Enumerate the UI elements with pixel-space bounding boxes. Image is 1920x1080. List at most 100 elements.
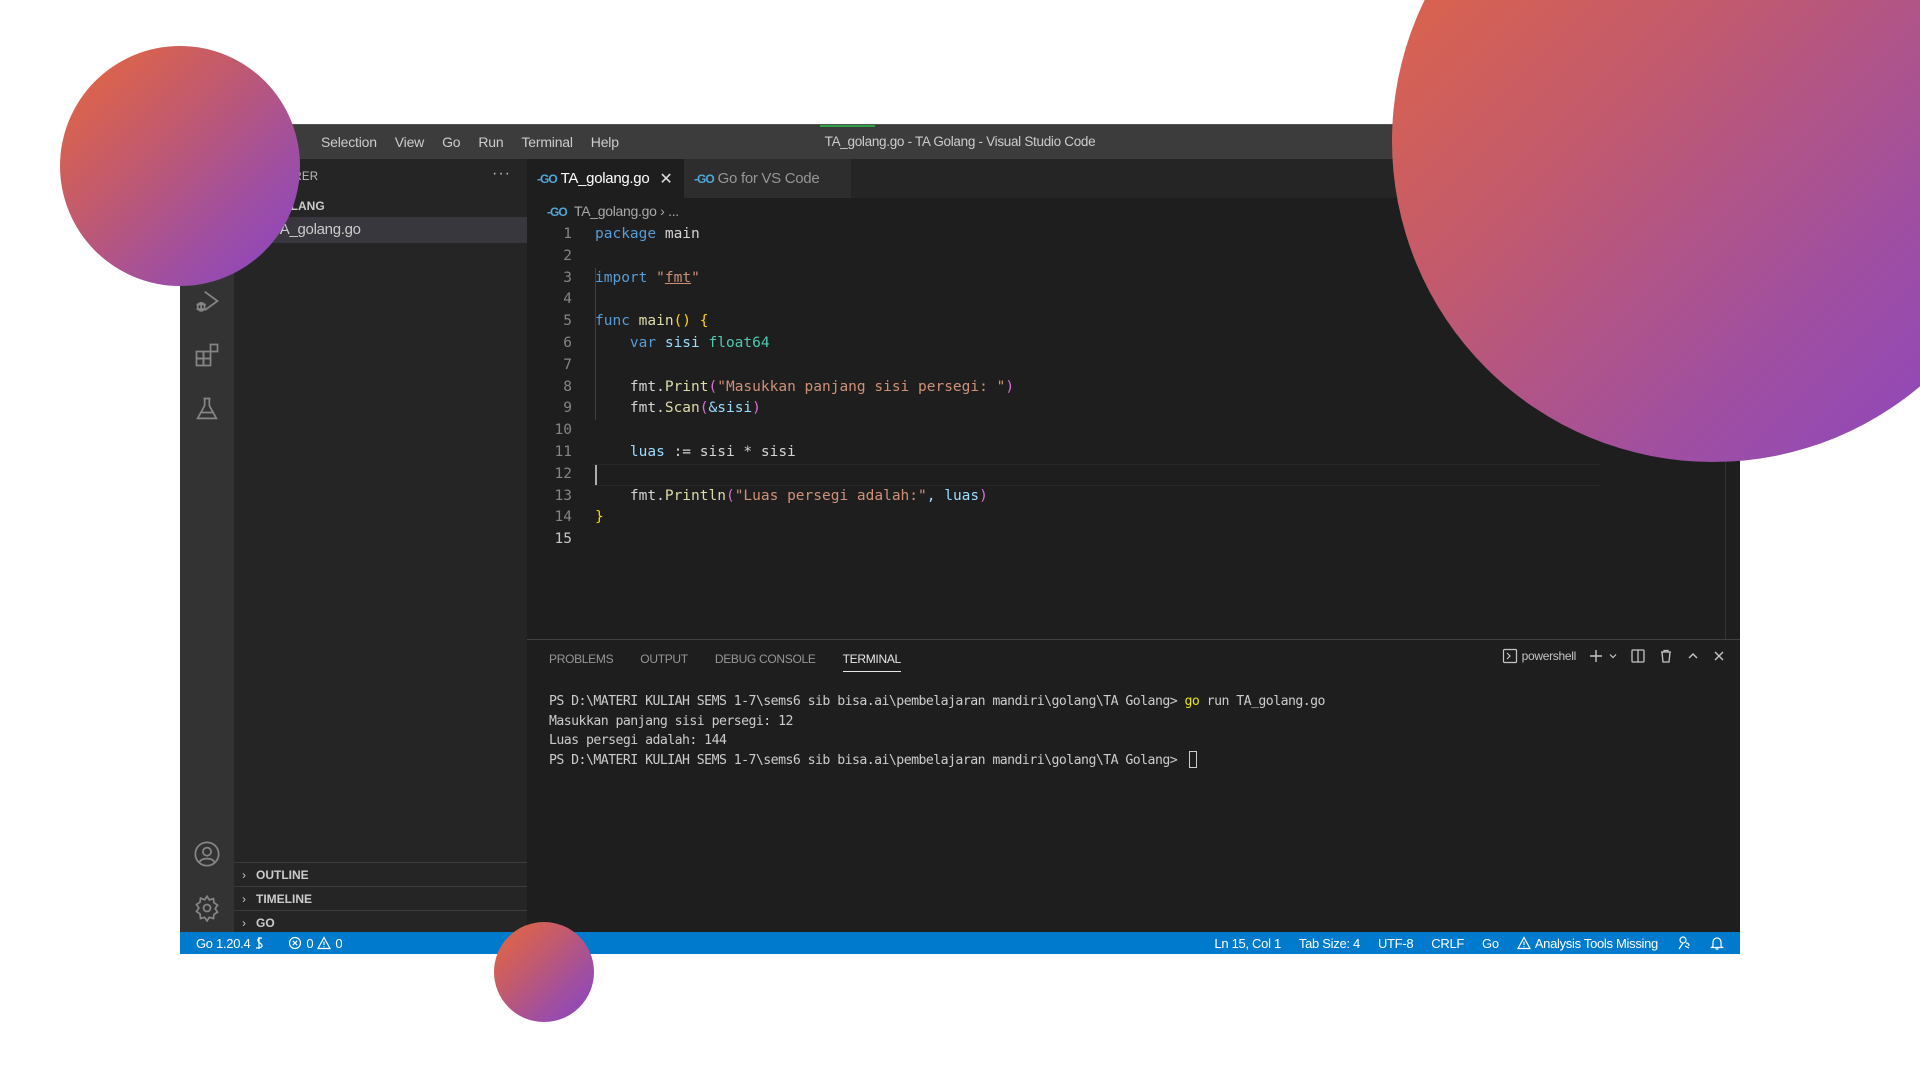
line-number: 7	[563, 356, 572, 373]
line-number: 3	[563, 269, 572, 286]
terminal-icon	[1502, 648, 1517, 664]
line-number: 12	[554, 465, 572, 482]
explorer-sidebar: EXPLORER ··· TA GOLANG TA_golang.go ›OUT…	[234, 159, 527, 932]
code-token: {	[691, 313, 709, 330]
code-line: 10	[527, 420, 1740, 442]
go-extension-icon: -GO	[694, 171, 715, 186]
code-token: PS D:\MATERI KULIAH SEMS 1-7\sems6 sib b…	[549, 752, 1185, 768]
line-number: 8	[563, 378, 572, 395]
language-mode-status[interactable]: Go	[1482, 936, 1499, 951]
code-token: package	[595, 226, 657, 242]
tab-output[interactable]: OUTPUT	[640, 652, 688, 672]
line-number: 5	[563, 313, 572, 330]
breadcrumb: -GO TA_golang.go › ...	[547, 203, 679, 219]
code-token: )	[752, 400, 761, 417]
code-line: 12	[527, 464, 1740, 486]
chevron-down-icon[interactable]	[1608, 651, 1618, 661]
code-token: := sisi * sisi	[664, 443, 796, 460]
code-token: }	[595, 507, 604, 529]
code-token: fmt.	[595, 400, 665, 417]
trash-icon[interactable]	[1658, 648, 1674, 664]
explorer-more-button[interactable]: ···	[492, 165, 511, 183]
cursor-position-status[interactable]: Ln 15, Col 1	[1214, 936, 1281, 951]
menu-terminal[interactable]: Terminal	[512, 134, 581, 150]
feedback-icon[interactable]	[1676, 935, 1692, 951]
tab-problems[interactable]: PROBLEMS	[549, 652, 614, 672]
problems-status[interactable]: 0 0	[288, 936, 343, 951]
code-token: fmt.Scan(&sisi)	[595, 398, 761, 420]
encoding-status[interactable]: UTF-8	[1378, 936, 1414, 951]
split-terminal-icon[interactable]	[1630, 648, 1646, 664]
go-file-icon: -GO	[547, 205, 568, 219]
menu-run[interactable]: Run	[469, 134, 512, 150]
settings-gear-icon[interactable]	[193, 894, 221, 923]
bottom-panel: PROBLEMS OUTPUT DEBUG CONSOLE TERMINAL p…	[527, 639, 1740, 932]
warning-icon	[1516, 936, 1531, 950]
breadcrumb-symbols[interactable]: ...	[668, 203, 679, 219]
terminal-shell-selector[interactable]: powershell	[1502, 648, 1576, 664]
code-token: var	[595, 334, 657, 351]
code-token: fmt.	[595, 378, 665, 395]
code-line: 11 luas := sisi * sisi	[527, 442, 1740, 464]
warning-icon	[317, 936, 332, 950]
notifications-bell-icon[interactable]	[1710, 936, 1724, 951]
terminal-cursor	[1188, 751, 1197, 768]
code-token: "	[691, 269, 700, 286]
terminal-output[interactable]: PS D:\MATERI KULIAH SEMS 1-7\sems6 sib b…	[549, 692, 1325, 770]
code-token: fmt.	[595, 487, 665, 504]
run-debug-icon[interactable]	[193, 287, 221, 315]
code-line: 13 fmt.Println("Luas persegi adalah:", l…	[527, 486, 1740, 508]
code-token: ()	[673, 313, 692, 330]
code-token: func	[595, 313, 630, 330]
chevron-right-icon: ›	[242, 868, 246, 882]
code-token: package main	[595, 224, 700, 246]
code-token: Print	[664, 378, 709, 395]
menu-bar: Selection View Go Run Terminal Help	[312, 125, 628, 159]
code-token: Scan	[664, 400, 700, 417]
terminal-line: Luas persegi adalah: 144	[549, 733, 727, 748]
tab-size-status[interactable]: Tab Size: 4	[1299, 936, 1360, 951]
tab-debug-console[interactable]: DEBUG CONSOLE	[715, 652, 816, 672]
section-go[interactable]: › GO	[234, 910, 527, 934]
tab-go-for-vscode[interactable]: -GO Go for VS Code	[684, 159, 851, 198]
close-panel-icon[interactable]	[1712, 649, 1726, 663]
line-number: 6	[563, 334, 572, 351]
line-number: 13	[554, 487, 572, 504]
analysis-tools-status[interactable]: Analysis Tools Missing	[1516, 936, 1658, 951]
extensions-icon[interactable]	[193, 341, 221, 369]
code-token: go	[1184, 694, 1200, 709]
code-token: import	[595, 269, 648, 286]
code-token: }	[595, 509, 604, 526]
account-icon[interactable]	[193, 840, 221, 868]
text-cursor	[595, 465, 597, 485]
panel-actions: powershell	[1502, 648, 1726, 664]
menu-help[interactable]: Help	[582, 134, 628, 150]
code-token: fmt	[664, 269, 692, 286]
code-token: )	[1005, 378, 1015, 395]
new-terminal-plus-icon[interactable]	[1588, 648, 1604, 664]
menu-go[interactable]: Go	[433, 134, 469, 150]
menu-selection[interactable]: Selection	[312, 134, 386, 150]
tab-ta-golang[interactable]: -GO TA_golang.go ✕	[527, 159, 684, 198]
tab-terminal[interactable]: TERMINAL	[842, 652, 901, 672]
section-outline[interactable]: › OUTLINE	[234, 862, 527, 886]
go-gopls-icon	[256, 937, 264, 949]
code-token: (	[725, 487, 735, 504]
section-timeline[interactable]: › TIMELINE	[234, 886, 527, 910]
go-version-status[interactable]: Go 1.20.4	[196, 936, 264, 951]
code-token: (	[699, 400, 709, 417]
code-token: func main() {	[595, 311, 709, 333]
code-token: float64	[699, 334, 770, 351]
close-icon[interactable]: ✕	[659, 169, 672, 189]
maximize-panel-chevron-up-icon[interactable]	[1686, 649, 1700, 663]
breadcrumb-file[interactable]: TA_golang.go	[574, 203, 657, 219]
line-number: 15	[554, 531, 572, 548]
testing-icon[interactable]	[193, 395, 221, 423]
eol-status[interactable]: CRLF	[1431, 936, 1464, 951]
decorative-circle-left	[60, 46, 300, 286]
line-number: 11	[554, 443, 572, 460]
menu-view[interactable]: View	[386, 134, 433, 150]
error-icon	[289, 936, 302, 950]
code-token: "Luas persegi adalah:"	[734, 487, 927, 504]
line-number: 14	[554, 509, 572, 526]
